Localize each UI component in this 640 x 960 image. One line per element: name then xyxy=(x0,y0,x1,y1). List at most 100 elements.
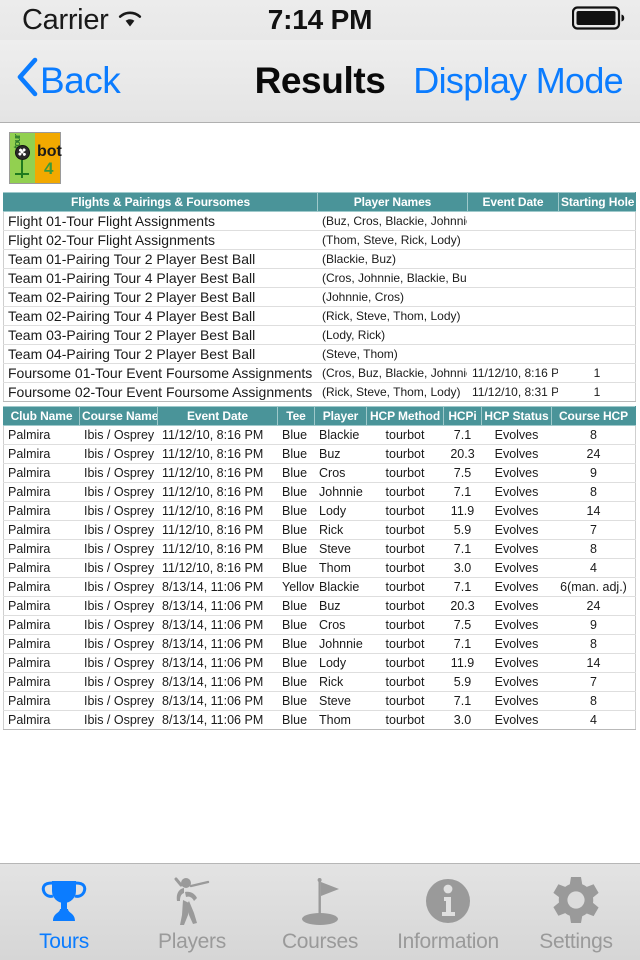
hcp-player-cell: Lody xyxy=(314,501,367,521)
table-row[interactable]: Palmira Ibis / Osprey 8/13/14, 11:06 PM Blu… xyxy=(3,634,636,654)
hcp-method-cell: tourbot xyxy=(366,615,444,635)
table-row[interactable]: Flight 02-Tour Flight Assignments (Thom, … xyxy=(3,230,636,250)
tab-information[interactable]: Information xyxy=(384,864,512,960)
table-row[interactable]: Palmira Ibis / Osprey 11/12/10, 8:16 PM Blu… xyxy=(3,425,636,445)
hcp-club-cell: Palmira xyxy=(3,444,80,464)
assignment-group-cell: Foursome 01-Tour Event Foursome Assignme… xyxy=(3,363,318,383)
table-row[interactable]: Flight 01-Tour Flight Assignments (Buz, C… xyxy=(3,211,636,231)
hcp-player-cell: Buz xyxy=(314,444,367,464)
hcp-method-cell: tourbot xyxy=(366,425,444,445)
hcp-status-cell: Evolves xyxy=(481,577,552,597)
table-row[interactable]: Team 01-Pairing Tour 2 Player Best Ball(… xyxy=(3,249,636,269)
table-row[interactable]: Palmira Ibis / Osprey 8/13/14, 11:06 PM Blu… xyxy=(3,691,636,711)
hcp-status-cell: Evolves xyxy=(481,691,552,711)
tab-label-courses: Courses xyxy=(281,930,359,953)
table-row[interactable]: Palmira Ibis / Osprey 11/12/10, 8:16 PM Blu… xyxy=(3,520,636,540)
table-row[interactable]: Team 02-Pairing Tour 4 Player Best Ball(… xyxy=(3,306,636,326)
hcp-event-date-cell: 11/12/10, 8:16 PM xyxy=(157,425,278,445)
hcp-tee-cell: Yellow xyxy=(277,577,315,597)
assignment-starting-hole-cell xyxy=(558,325,636,345)
hcp-event-date-cell: 8/13/14, 11:06 PM xyxy=(157,577,278,597)
hcp-method-cell: tourbot xyxy=(366,463,444,483)
table-row[interactable]: Palmira Ibis / Osprey 11/12/10, 8:16 PM Blu… xyxy=(3,539,636,559)
hcp-course-cell: Ibis / Osprey xyxy=(79,596,158,616)
column-header-hcp-status[interactable]: HCP Status xyxy=(481,406,552,426)
column-header-tee[interactable]: Tee xyxy=(277,406,315,426)
table-row[interactable]: Palmira Ibis / Osprey 11/12/10, 8:16 PM Blu… xyxy=(3,482,636,502)
column-header-hcp-method[interactable]: HCP Method xyxy=(366,406,444,426)
table-row[interactable]: Palmira Ibis / Osprey 8/13/14, 11:06 PM Blu… xyxy=(3,615,636,635)
results-content: tour bot 4 Flights & Pairings & Foursome… xyxy=(0,123,640,863)
hcp-course-cell: Ibis / Osprey xyxy=(79,672,158,692)
table-row[interactable]: Palmira Ibis / Osprey 11/12/10, 8:16 PM Blu… xyxy=(3,463,636,483)
table-row[interactable]: Foursome 01-Tour Event Foursome Assignme… xyxy=(3,363,636,383)
hcp-tee-cell: Blue xyxy=(277,463,315,483)
hcp-course-hcp-cell: 8 xyxy=(551,634,636,654)
table-row[interactable]: Palmira Ibis / Osprey 8/13/14, 11:06 PM Yel… xyxy=(3,577,636,597)
tab-settings[interactable]: Settings xyxy=(512,864,640,960)
hcp-club-cell: Palmira xyxy=(3,520,80,540)
table-row[interactable]: Palmira Ibis / Osprey 8/13/14, 11:06 PM Blu… xyxy=(3,672,636,692)
display-mode-button[interactable]: Display Mode xyxy=(413,60,623,102)
hcp-tee-cell: Blue xyxy=(277,615,315,635)
hcp-event-date-cell: 11/12/10, 8:16 PM xyxy=(157,520,278,540)
hcp-club-cell: Palmira xyxy=(3,463,80,483)
tab-players[interactable]: Players xyxy=(128,864,256,960)
hcp-club-cell: Palmira xyxy=(3,596,80,616)
hcp-status-cell: Evolves xyxy=(481,558,552,578)
column-header-player[interactable]: Player xyxy=(314,406,367,426)
table-row[interactable]: Palmira Ibis / Osprey 11/12/10, 8:16 PM Blu… xyxy=(3,501,636,521)
column-header-course-name[interactable]: Course Name xyxy=(79,406,158,426)
assignment-players-cell: (Rick, Steve, Thom, Lody) xyxy=(317,382,468,402)
column-header-player-names[interactable]: Player Names xyxy=(317,192,468,212)
assignment-players-cell: (Cros, Buz, Blackie, Johnnie) xyxy=(317,363,468,383)
hcp-tee-cell: Blue xyxy=(277,501,315,521)
hcp-event-date-cell: 11/12/10, 8:16 PM xyxy=(157,482,278,502)
tab-tours[interactable]: Tours xyxy=(0,864,128,960)
hcp-status-cell: Evolves xyxy=(481,596,552,616)
column-header-starting-hole[interactable]: Starting Hole xyxy=(558,192,636,212)
assignments-table-body: Flight 01-Tour Flight Assignments (Buz, C… xyxy=(3,211,636,402)
table-row[interactable]: Palmira Ibis / Osprey 8/13/14, 11:06 PM Blu… xyxy=(3,710,636,730)
table-row[interactable]: Palmira Ibis / Osprey 11/12/10, 8:16 PM Blu… xyxy=(3,444,636,464)
hcp-course-hcp-cell: 8 xyxy=(551,425,636,445)
hcp-club-cell: Palmira xyxy=(3,672,80,692)
tab-courses[interactable]: Courses xyxy=(256,864,384,960)
assignment-starting-hole-cell xyxy=(558,268,636,288)
hcp-player-cell: Steve xyxy=(314,691,367,711)
hcp-course-cell: Ibis / Osprey xyxy=(79,520,158,540)
table-row[interactable]: Team 01-Pairing Tour 4 Player Best Ball(… xyxy=(3,268,636,288)
logo-left-panel: tour xyxy=(10,133,35,183)
column-header-hcpi[interactable]: HCPi xyxy=(443,406,482,426)
table-row[interactable]: Team 02-Pairing Tour 2 Player Best Ball(… xyxy=(3,287,636,307)
assignment-players-cell: (Rick, Steve, Thom, Lody) xyxy=(317,306,468,326)
hcp-tee-cell: Blue xyxy=(277,520,315,540)
golfer-icon xyxy=(164,872,220,930)
gear-icon xyxy=(548,872,604,930)
hcp-event-date-cell: 8/13/14, 11:06 PM xyxy=(157,653,278,673)
hcp-index-cell: 7.1 xyxy=(443,577,482,597)
table-row[interactable]: Palmira Ibis / Osprey 8/13/14, 11:06 PM Blu… xyxy=(3,596,636,616)
tab-label-players: Players xyxy=(158,930,226,953)
golf-tee-icon xyxy=(15,160,29,178)
table-row[interactable]: Palmira Ibis / Osprey 8/13/14, 11:06 PM Blu… xyxy=(3,653,636,673)
column-header-event-date[interactable]: Event Date xyxy=(467,192,559,212)
column-header-club-name[interactable]: Club Name xyxy=(3,406,80,426)
hcp-event-date-cell: 11/12/10, 8:16 PM xyxy=(157,558,278,578)
table-row[interactable]: Team 04-Pairing Tour 2 Player Best Ball(… xyxy=(3,344,636,364)
hcp-method-cell: tourbot xyxy=(366,710,444,730)
hcp-event-date-cell: 8/13/14, 11:06 PM xyxy=(157,596,278,616)
status-bar: Carrier 7:14 PM xyxy=(0,0,640,40)
info-circle-icon xyxy=(420,872,476,930)
column-header-group[interactable]: Flights & Pairings & Foursomes xyxy=(3,192,318,212)
hcp-method-cell: tourbot xyxy=(366,672,444,692)
table-row[interactable]: Palmira Ibis / Osprey 11/12/10, 8:16 PM Blu… xyxy=(3,558,636,578)
table-header-row: Club Name Course Name Event Date Tee Pla… xyxy=(3,406,636,426)
column-header-course-hcp[interactable]: Course HCP xyxy=(551,406,636,426)
assignment-event-date-cell xyxy=(467,230,559,250)
table-row[interactable]: Team 03-Pairing Tour 2 Player Best Ball(… xyxy=(3,325,636,345)
hcp-method-cell: tourbot xyxy=(366,634,444,654)
hcp-club-cell: Palmira xyxy=(3,425,80,445)
column-header-event-date[interactable]: Event Date xyxy=(157,406,278,426)
table-row[interactable]: Foursome 02-Tour Event Foursome Assignme… xyxy=(3,382,636,402)
